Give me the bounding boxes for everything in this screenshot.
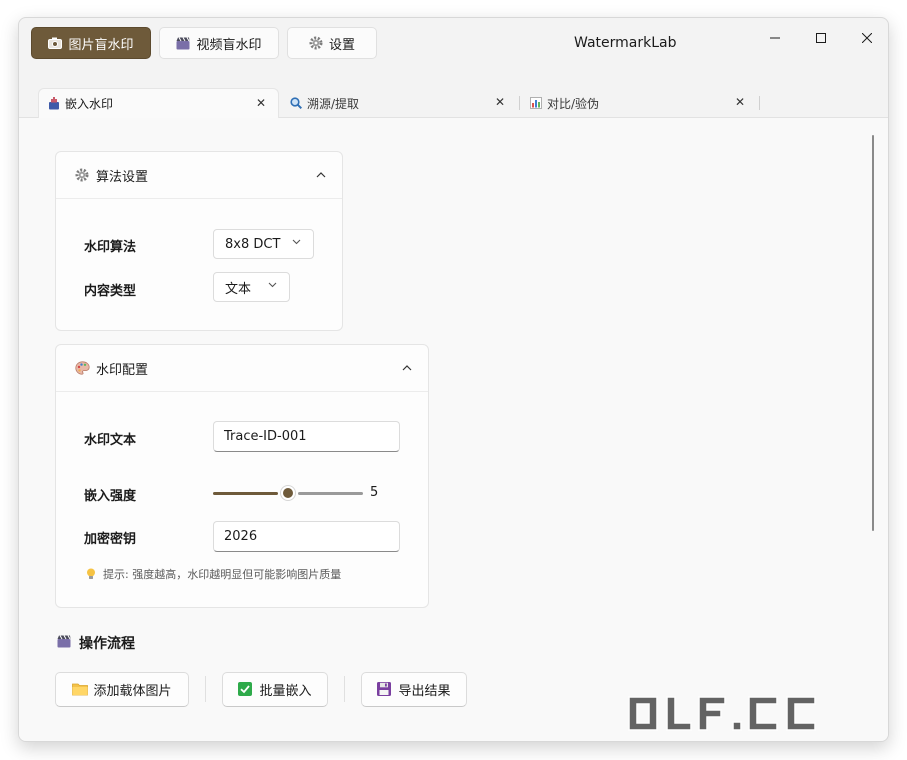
gear-icon bbox=[74, 167, 90, 183]
workflow-title-text: 操作流程 bbox=[79, 636, 135, 652]
add-carrier-image-button[interactable]: 添加载体图片 bbox=[55, 672, 189, 707]
watermark-config-card: 水印配置 水印文本 Trace-ID-001 嵌入强度 5 加密密钥 2026 bbox=[55, 344, 429, 608]
slider-thumb[interactable] bbox=[280, 485, 296, 501]
camera-icon bbox=[48, 36, 63, 50]
tab-embed-label: 嵌入水印 bbox=[65, 97, 114, 111]
chevron-down-icon bbox=[292, 237, 301, 248]
mode-image-watermark-button[interactable]: 图片盲水印 bbox=[31, 27, 151, 59]
clapper-icon bbox=[176, 36, 190, 50]
encryption-key-value: 2026 bbox=[224, 529, 258, 544]
minimize-button[interactable] bbox=[752, 24, 798, 52]
watermark-config-title: 水印配置 bbox=[96, 362, 149, 378]
button-divider bbox=[205, 676, 206, 702]
encryption-key-label: 加密密钥 bbox=[84, 532, 137, 547]
palette-icon bbox=[74, 360, 90, 376]
watermark-text-label: 水印文本 bbox=[84, 433, 137, 448]
strength-value: 5 bbox=[370, 485, 379, 500]
mode-image-label: 图片盲水印 bbox=[68, 37, 134, 53]
algorithm-select[interactable]: 8x8 DCT bbox=[213, 229, 314, 259]
clapper-icon bbox=[57, 635, 73, 651]
tab-close-icon[interactable]: ✕ bbox=[735, 95, 745, 109]
strength-slider[interactable] bbox=[213, 485, 363, 501]
folder-icon bbox=[72, 682, 89, 698]
strength-hint: 提示: 强度越高，水印越明显但可能影响图片质量 bbox=[86, 566, 341, 582]
mode-video-label: 视频盲水印 bbox=[196, 37, 262, 53]
add-carrier-image-label: 添加载体图片 bbox=[93, 684, 172, 699]
algorithm-settings-header[interactable]: 算法设置 bbox=[56, 152, 342, 199]
tab-compare-verify[interactable]: 对比/验伪 ✕ bbox=[521, 88, 757, 118]
close-window-button[interactable] bbox=[844, 24, 888, 52]
app-window: 图片盲水印 视频盲水印 设置 WatermarkLab 嵌入水印 ✕ 溯源/提取… bbox=[18, 17, 889, 742]
tab-close-icon[interactable]: ✕ bbox=[495, 95, 505, 109]
chevron-up-icon[interactable] bbox=[316, 168, 326, 181]
mode-settings-button[interactable]: 设置 bbox=[287, 27, 377, 59]
tab-trace-extract[interactable]: 溯源/提取 ✕ bbox=[281, 88, 517, 118]
site-watermark-logo bbox=[627, 695, 831, 737]
maximize-icon bbox=[816, 33, 826, 43]
tab-strip: 嵌入水印 ✕ 溯源/提取 ✕ 对比/验伪 ✕ bbox=[19, 88, 888, 118]
algorithm-label: 水印算法 bbox=[84, 240, 137, 255]
content-type-select-value: 文本 bbox=[225, 281, 252, 297]
tab-divider bbox=[519, 96, 520, 110]
magnifier-icon bbox=[289, 96, 303, 110]
export-result-label: 导出结果 bbox=[398, 684, 451, 699]
strength-label: 嵌入强度 bbox=[84, 489, 137, 504]
tab-close-icon[interactable]: ✕ bbox=[256, 96, 266, 110]
batch-embed-label: 批量嵌入 bbox=[259, 684, 312, 699]
mode-video-watermark-button[interactable]: 视频盲水印 bbox=[159, 27, 279, 59]
chevron-down-icon bbox=[268, 280, 277, 291]
floppy-icon bbox=[377, 681, 393, 698]
app-title: WatermarkLab bbox=[574, 35, 677, 51]
check-icon bbox=[238, 681, 254, 698]
batch-embed-button[interactable]: 批量嵌入 bbox=[222, 672, 328, 707]
vertical-scrollbar[interactable] bbox=[872, 135, 874, 531]
maximize-button[interactable] bbox=[798, 24, 844, 52]
algorithm-settings-title: 算法设置 bbox=[96, 169, 149, 185]
slider-fill bbox=[213, 492, 278, 495]
watermark-text-input[interactable]: Trace-ID-001 bbox=[213, 421, 400, 452]
tab-content-embed: 算法设置 水印算法 8x8 DCT 内容类型 文本 水印配置 水印文本 Trac… bbox=[19, 118, 888, 741]
algorithm-settings-card: 算法设置 水印算法 8x8 DCT 内容类型 文本 bbox=[55, 151, 343, 331]
mode-settings-label: 设置 bbox=[328, 37, 355, 53]
algorithm-select-value: 8x8 DCT bbox=[225, 236, 281, 252]
button-divider bbox=[344, 676, 345, 702]
close-icon bbox=[862, 33, 872, 43]
title-bar: 图片盲水印 视频盲水印 设置 WatermarkLab bbox=[19, 18, 888, 70]
tab-trace-label: 溯源/提取 bbox=[307, 96, 360, 111]
bar-chart-icon bbox=[529, 96, 543, 110]
watermark-config-header[interactable]: 水印配置 bbox=[56, 345, 428, 392]
slider-track bbox=[298, 492, 363, 495]
strength-hint-text: 提示: 强度越高，水印越明显但可能影响图片质量 bbox=[103, 568, 342, 581]
lightbulb-icon bbox=[86, 568, 98, 580]
tab-embed-watermark[interactable]: 嵌入水印 ✕ bbox=[38, 88, 279, 118]
minimize-icon bbox=[770, 37, 780, 39]
workflow-title: 操作流程 bbox=[57, 633, 135, 653]
watermark-text-value: Trace-ID-001 bbox=[224, 429, 307, 444]
gear-icon bbox=[309, 36, 323, 50]
content-type-select[interactable]: 文本 bbox=[213, 272, 290, 302]
chevron-up-icon[interactable] bbox=[402, 361, 412, 374]
content-type-label: 内容类型 bbox=[84, 284, 137, 299]
tab-divider bbox=[759, 96, 760, 110]
encryption-key-input[interactable]: 2026 bbox=[213, 521, 400, 552]
export-result-button[interactable]: 导出结果 bbox=[361, 672, 467, 707]
tab-compare-label: 对比/验伪 bbox=[547, 96, 600, 111]
ink-icon bbox=[47, 97, 61, 111]
